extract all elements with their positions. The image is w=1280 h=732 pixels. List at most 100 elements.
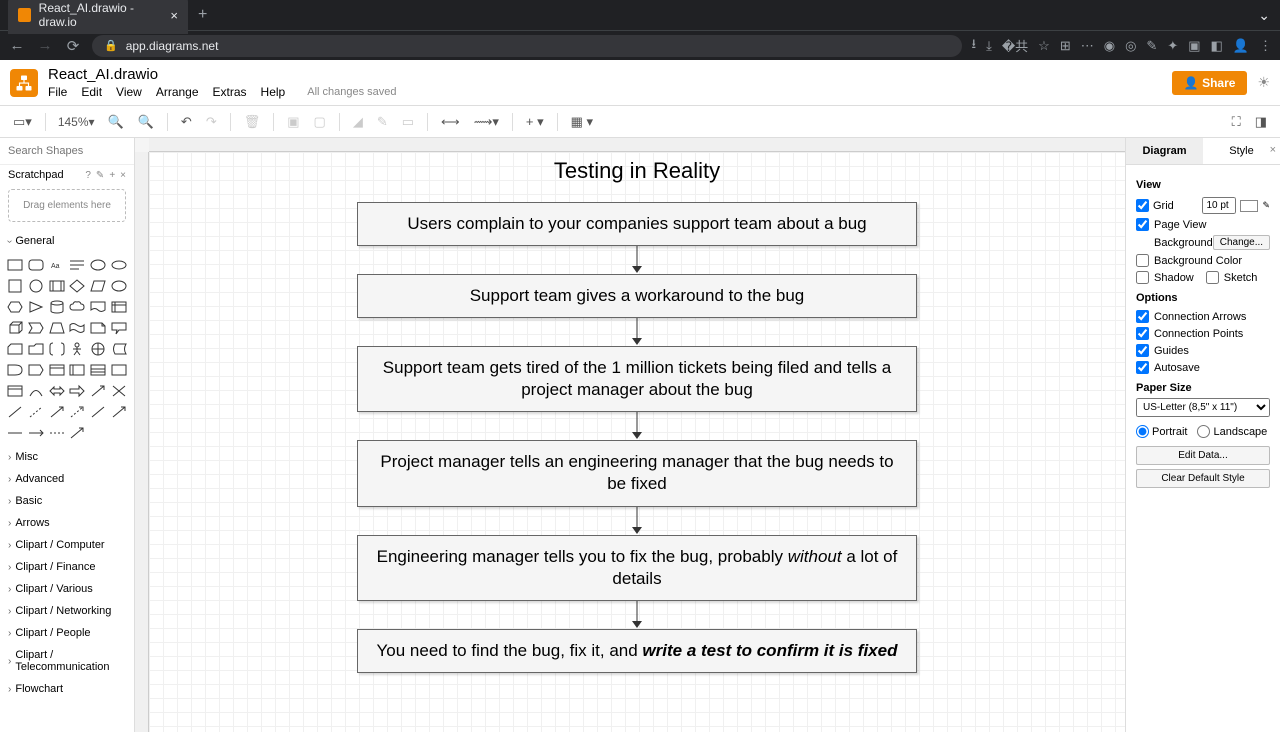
diagram-arrow-3[interactable]: [357, 507, 917, 535]
autosave-checkbox[interactable]: [1136, 361, 1149, 374]
fullscreen-icon[interactable]: ⛶: [1227, 111, 1246, 133]
edit-data-button[interactable]: Edit Data...: [1136, 446, 1270, 465]
shape-swimlane[interactable]: [6, 382, 24, 400]
section-clipart-computer[interactable]: Clipart / Computer: [0, 534, 134, 556]
undo-icon[interactable]: ↶: [176, 111, 197, 133]
shape-edge3[interactable]: [48, 424, 66, 442]
section-clipart-telecommunication[interactable]: Clipart / Telecommunication: [0, 644, 134, 678]
diagram-arrow-4[interactable]: [357, 601, 917, 629]
papersize-select[interactable]: US-Letter (8,5" x 11"): [1136, 398, 1270, 417]
shape-rect[interactable]: [6, 256, 24, 274]
url-input[interactable]: 🔒 app.diagrams.net: [92, 35, 962, 57]
shape-text[interactable]: Aa: [48, 256, 66, 274]
menu-extras[interactable]: Extras: [213, 85, 247, 99]
shape-folder[interactable]: [27, 340, 45, 358]
shape-cylinder[interactable]: [48, 298, 66, 316]
zoom-out-icon[interactable]: 🔍: [133, 111, 159, 133]
shape-edge4[interactable]: [69, 424, 87, 442]
shape-hcontainer[interactable]: [69, 361, 87, 379]
line-color-icon[interactable]: ✎: [372, 111, 393, 133]
diagram-box-1[interactable]: Support team gives a workaround to the b…: [357, 274, 917, 318]
shape-double-arrow[interactable]: [110, 382, 128, 400]
menu-icon[interactable]: ⋮: [1259, 38, 1272, 54]
shape-document[interactable]: [89, 298, 107, 316]
to-front-icon[interactable]: ▣: [282, 111, 304, 133]
scratchpad-dropzone[interactable]: Drag elements here: [8, 189, 126, 222]
shape-tape[interactable]: [69, 319, 87, 337]
shape-connector[interactable]: [89, 403, 107, 421]
shape-edge5[interactable]: [89, 424, 107, 442]
format-toggle-icon[interactable]: ◨: [1250, 111, 1272, 133]
diagram-title[interactable]: Testing in Reality: [357, 158, 917, 184]
section-flowchart[interactable]: Flowchart: [0, 678, 134, 700]
shape-note[interactable]: [89, 319, 107, 337]
section-clipart-various[interactable]: Clipart / Various: [0, 578, 134, 600]
share-icon[interactable]: �共: [1002, 36, 1028, 55]
shape-connector2[interactable]: [110, 403, 128, 421]
shape-diamond[interactable]: [69, 277, 87, 295]
landscape-radio[interactable]: [1197, 425, 1210, 438]
redo-icon[interactable]: ↷: [201, 111, 222, 133]
menu-file[interactable]: File: [48, 85, 67, 99]
shape-step[interactable]: [27, 319, 45, 337]
grid-color-edit-icon[interactable]: ✎: [1262, 200, 1270, 211]
shape-edge2[interactable]: [27, 424, 45, 442]
diagram-box-2[interactable]: Support team gets tired of the 1 million…: [357, 346, 917, 412]
shadow-icon[interactable]: ▭: [397, 111, 419, 133]
grid-checkbox[interactable]: [1136, 199, 1149, 212]
delete-icon[interactable]: 🗑: [239, 111, 266, 133]
grid-color-swatch[interactable]: [1240, 200, 1258, 212]
shape-or[interactable]: [89, 340, 107, 358]
shape-list2[interactable]: [110, 361, 128, 379]
diagram-box-5[interactable]: You need to find the bug, fix it, and wr…: [357, 629, 917, 673]
menu-help[interactable]: Help: [261, 85, 286, 99]
shape-cube[interactable]: [6, 319, 24, 337]
shape-rounded-rect[interactable]: [27, 256, 45, 274]
shape-textbox[interactable]: [69, 256, 87, 274]
section-misc[interactable]: Misc: [0, 446, 134, 468]
sketch-checkbox[interactable]: [1206, 271, 1219, 284]
change-background-button[interactable]: Change...: [1213, 235, 1270, 250]
bgcolor-checkbox[interactable]: [1136, 254, 1149, 267]
new-tab-button[interactable]: +: [198, 6, 207, 24]
install-icon[interactable]: ⤓: [986, 38, 992, 54]
shape-process[interactable]: [48, 277, 66, 295]
connection-icon[interactable]: ⟷: [436, 111, 465, 133]
shape-data-storage[interactable]: [110, 340, 128, 358]
shape-ellipse[interactable]: [89, 256, 107, 274]
shape-edge1[interactable]: [6, 424, 24, 442]
shape-trapezoid[interactable]: [48, 319, 66, 337]
shape-list[interactable]: [89, 361, 107, 379]
reload-button[interactable]: ⟳: [64, 37, 82, 55]
diagram-box-4[interactable]: Engineering manager tells you to fix the…: [357, 535, 917, 601]
scratchpad-add-icon[interactable]: +: [109, 170, 115, 181]
scratchpad-close-icon[interactable]: ×: [120, 170, 126, 181]
shape-bracket[interactable]: [48, 340, 66, 358]
shape-arrow-right[interactable]: [69, 382, 87, 400]
shape-curve[interactable]: [27, 382, 45, 400]
scratchpad-edit-icon[interactable]: ✎: [96, 170, 104, 181]
clear-default-button[interactable]: Clear Default Style: [1136, 469, 1270, 488]
tab-style[interactable]: Style: [1203, 138, 1280, 164]
shape-hexagon[interactable]: [6, 298, 24, 316]
chevron-down-icon[interactable]: ⌄: [1258, 7, 1270, 24]
download-icon[interactable]: ⭳: [972, 35, 977, 57]
ext7-icon[interactable]: ◧: [1211, 38, 1223, 54]
forward-button[interactable]: →: [36, 37, 54, 54]
diagram-arrow-1[interactable]: [357, 318, 917, 346]
shadow-checkbox[interactable]: [1136, 271, 1149, 284]
shape-circle[interactable]: [27, 277, 45, 295]
shape-line[interactable]: [6, 403, 24, 421]
shape-card[interactable]: [6, 340, 24, 358]
panel-close-icon[interactable]: ×: [1270, 144, 1276, 156]
share-button[interactable]: 👤 Share: [1172, 71, 1248, 95]
shape-and[interactable]: [6, 361, 24, 379]
shape-line-dashed-arrow[interactable]: [69, 403, 87, 421]
section-clipart-people[interactable]: Clipart / People: [0, 622, 134, 644]
conn-points-checkbox[interactable]: [1136, 327, 1149, 340]
shape-internal-storage[interactable]: [110, 298, 128, 316]
ext5-icon[interactable]: ✎: [1146, 38, 1157, 54]
ext2-icon[interactable]: ⋯: [1081, 38, 1094, 54]
shape-callout[interactable]: [110, 319, 128, 337]
shape-line-arrow[interactable]: [48, 403, 66, 421]
